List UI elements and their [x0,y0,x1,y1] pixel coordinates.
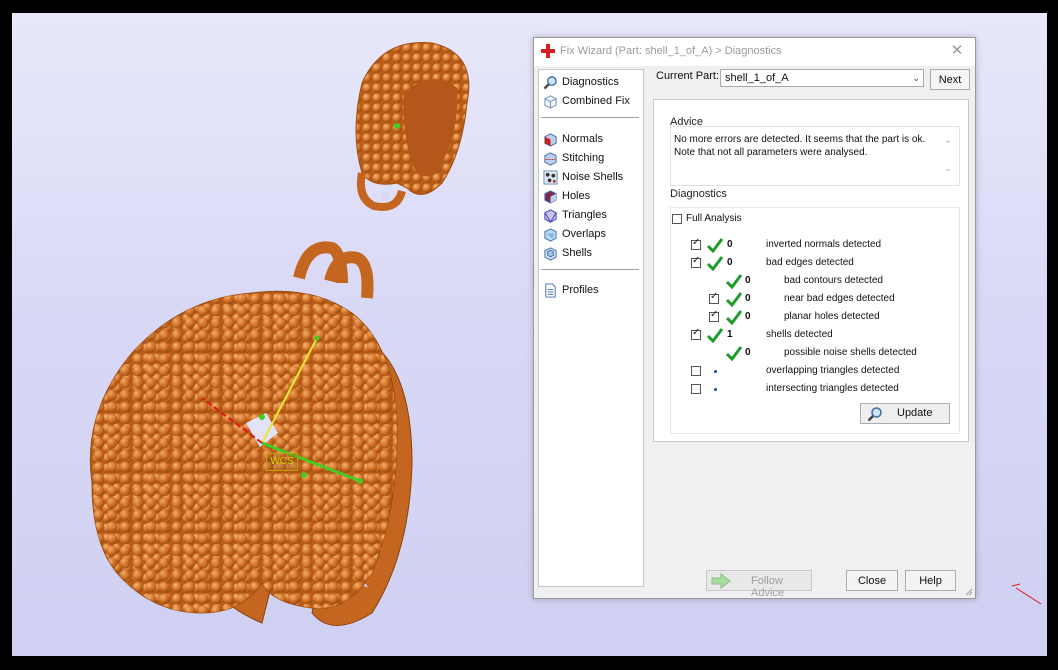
update-button[interactable]: Update [860,403,950,424]
follow-advice-label: Follow Advice [751,575,785,599]
green-check-icon [707,256,723,272]
shells-count: 1 [727,329,733,340]
nav-label: Stitching [562,152,605,164]
advice-text: No more errors are detected. It seems th… [674,134,926,158]
nav-item-overlaps[interactable]: Overlaps [543,225,606,243]
current-part-label: Current Part: [656,70,719,82]
pendant-body[interactable] [89,290,398,614]
nav-label: Profiles [562,284,599,296]
resize-grip-icon[interactable] [963,586,973,596]
noise-shells-count: 0 [745,347,751,358]
nav-item-profiles[interactable]: Profiles [543,281,599,299]
nav-divider [541,117,639,118]
noise-shells-label: possible noise shells detected [784,347,917,358]
near-bad-edges-count: 0 [745,293,751,304]
help-button[interactable]: Help [905,570,956,591]
scroll-down-icon[interactable]: ⌄ [944,163,952,174]
cube-overlap-icon [544,227,557,242]
green-check-icon [726,292,742,308]
nav-label: Holes [562,190,591,202]
overlapping-triangles-checkbox[interactable] [691,366,701,376]
cube-hole-icon [544,189,557,204]
shells-checkbox[interactable] [691,327,701,340]
cube-red-face-icon [544,132,557,147]
close-window-button[interactable]: ✕ [946,40,968,62]
nav-label: Combined Fix [562,95,630,107]
overlapping-triangles-label: overlapping triangles detected [766,365,900,376]
nav-item-combined-fix[interactable]: Combined Fix [543,92,630,110]
nav-item-shells[interactable]: Shells [543,244,592,262]
dialog-title: Fix Wizard (Part: shell_1_of_A) > Diagno… [560,45,782,57]
near-bad-edges-label: near bad edges detected [784,293,895,304]
document-icon [545,282,556,298]
nav-label: Overlaps [562,228,607,240]
fix-wizard-dialog: Fix Wizard (Part: shell_1_of_A) > Diagno… [533,37,976,599]
bad-edges-checkbox[interactable] [691,255,701,268]
inverted-normals-label: inverted normals detected [766,239,882,250]
green-check-icon [726,274,742,290]
near-bad-edges-checkbox[interactable] [709,291,719,304]
magnifier-icon [543,75,557,89]
magnifier-icon [867,407,882,422]
nav-label: Triangles [562,209,607,221]
arrow-right-icon [711,573,731,589]
nav-divider [541,269,639,270]
follow-advice-button[interactable]: Follow Advice [706,570,812,599]
nav-item-triangles[interactable]: Triangles [543,206,607,224]
cube-stitch-icon [544,151,557,166]
nav-item-diagnostics[interactable]: Diagnostics [543,73,619,91]
nav-label: Normals [562,133,603,145]
nav-item-noise-shells[interactable]: Noise Shells [543,168,623,186]
green-check-icon [707,328,723,344]
diagnostics-panel: Advice No more errors are detected. It s… [653,99,969,442]
red-cross-icon [541,44,555,58]
green-check-icon [707,238,723,254]
full-analysis-label: Full Analysis [686,213,742,224]
update-label: Update [897,407,933,419]
pending-dot-icon [714,370,717,373]
close-button[interactable]: Close [846,570,898,591]
green-check-icon [726,346,742,362]
chevron-down-icon: ⌄ [912,73,920,83]
shells-label: shells detected [766,329,833,340]
pending-dot-icon [714,388,717,391]
diagnostics-list: Full Analysis 0 inverted normals detecte… [670,207,960,434]
planar-holes-count: 0 [745,311,751,322]
full-analysis-checkbox[interactable] [672,214,682,224]
next-button[interactable]: Next [930,69,970,90]
pendant-loops [293,241,374,299]
bad-edges-count: 0 [727,257,733,268]
wcs-label: WCS [266,453,298,471]
intersecting-triangles-label: intersecting triangles detected [766,383,899,394]
nav-label: Noise Shells [562,171,624,183]
nav-label: Shells [562,247,592,259]
title-bar[interactable]: Fix Wizard (Part: shell_1_of_A) > Diagno… [534,38,975,66]
planar-holes-checkbox[interactable] [709,309,719,322]
planar-holes-label: planar holes detected [784,311,880,322]
green-check-icon [726,310,742,326]
intersecting-triangles-checkbox[interactable] [691,384,701,394]
scroll-up-icon[interactable]: ⌃ [944,139,952,150]
bad-contours-label: bad contours detected [784,275,883,286]
nav-item-holes[interactable]: Holes [543,187,590,205]
axis-triad-mark [1011,583,1042,605]
cube-shells-icon [544,246,557,261]
nav-item-normals[interactable]: Normals [543,130,603,148]
inverted-normals-checkbox[interactable] [691,237,701,250]
bad-contours-count: 0 [745,275,751,286]
noise-dots-icon [543,169,558,185]
bail-part[interactable] [355,42,470,211]
nav-label: Diagnostics [562,76,619,88]
cube-outline-icon [544,94,557,109]
current-part-dropdown[interactable]: shell_1_of_A ⌄ [720,69,924,87]
diagnostics-group-label: Diagnostics [670,188,727,200]
cube-triangles-icon [544,208,557,223]
nav-item-stitching[interactable]: Stitching [543,149,604,167]
inverted-normals-count: 0 [727,239,733,250]
advice-textbox[interactable]: No more errors are detected. It seems th… [670,126,960,186]
fix-wizard-nav: Diagnostics Combined Fix Normals Stitchi… [538,69,644,587]
bad-edges-label: bad edges detected [766,257,854,268]
current-part-value: shell_1_of_A [725,72,789,84]
